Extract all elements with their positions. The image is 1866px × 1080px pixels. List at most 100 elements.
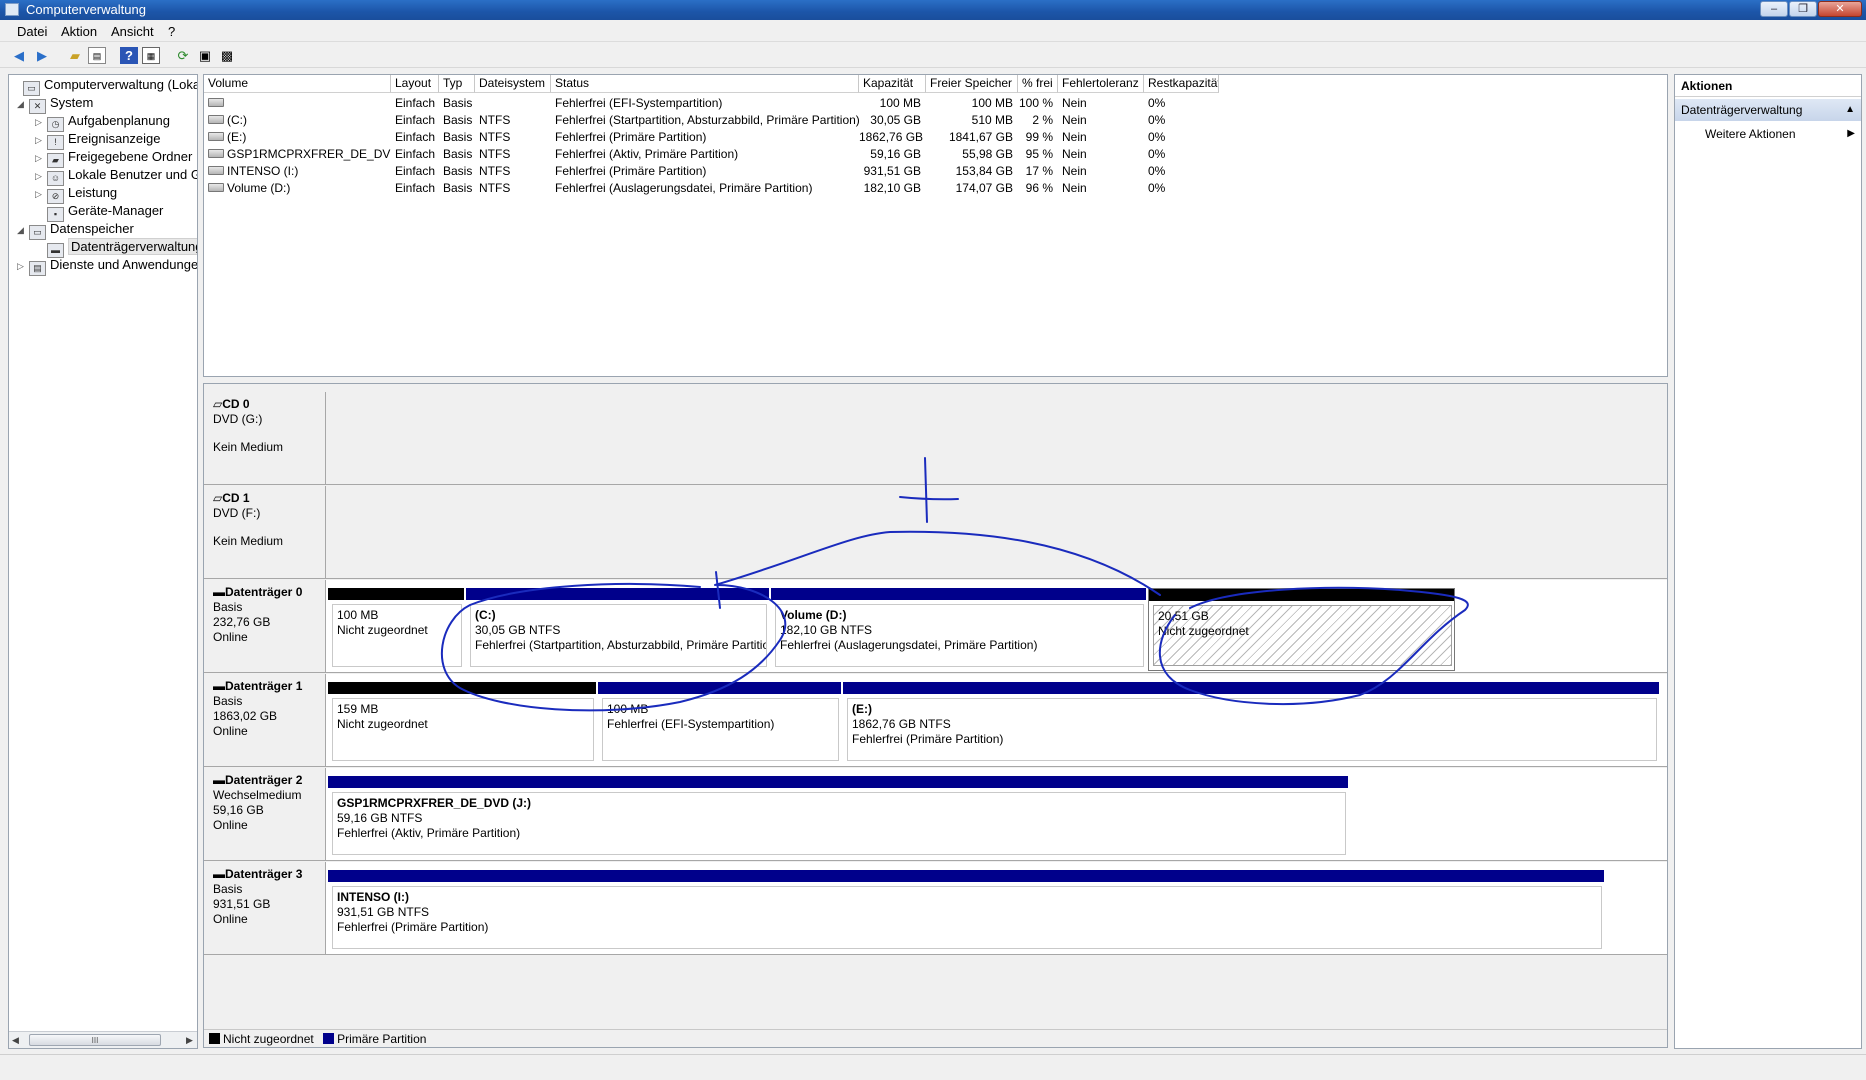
partition-d[interactable]: Volume (D:) 182,10 GB NTFS Fehlerfrei (Aus… [771, 588, 1146, 671]
tree-item-leistung[interactable]: ▷ ⊘ Leistung [35, 184, 117, 204]
action-weitere-aktionen[interactable]: Weitere Aktionen ▶ [1705, 125, 1855, 143]
table-cell: 174,07 GB [955, 181, 1013, 195]
table-row[interactable]: GSP1RMCPRXFRER_DE_DVD (J:) Einfach Basis NT… [204, 146, 1667, 163]
table-cell: Fehlerfrei (EFI-Systempartition) [555, 96, 723, 110]
table-row[interactable]: Volume (D:) Einfach Basis NTFS Fehlerfrei (A… [204, 180, 1667, 197]
partition-c[interactable]: (C:) 30,05 GB NTFS Fehlerfrei (Startpartit… [466, 588, 769, 671]
disk-label-cd0[interactable]: ▱CD 0 DVD (G:) Kein Medium [204, 392, 326, 485]
column-header[interactable]: Restkapazität [1144, 75, 1219, 93]
expand-arrow-icon[interactable]: ▷ [35, 131, 47, 149]
partition-unallocated-20gb[interactable]: 20,51 GB Nicht zugeordnet [1148, 588, 1455, 671]
partition-unallocated-100mb[interactable]: 100 MB Nicht zugeordnet [328, 588, 464, 671]
tree-horizontal-scrollbar[interactable]: ◀ III ▶ [9, 1031, 197, 1048]
menu-bar: Datei Aktion Ansicht ? [0, 20, 1866, 42]
column-header[interactable]: Layout [391, 75, 439, 93]
tree-item-datentraegerverwaltung[interactable]: ▬ Datenträgerverwaltung [35, 238, 197, 258]
partition-efi[interactable]: 100 MB Fehlerfrei (EFI-Systempartition) [598, 682, 841, 765]
partition-e[interactable]: (E:) 1862,76 GB NTFS Fehlerfrei (Primäre P… [843, 682, 1659, 765]
menu-aktion[interactable]: Aktion [61, 24, 97, 39]
table-cell: Nein [1062, 147, 1087, 161]
table-cell: 0% [1148, 181, 1166, 195]
table-cell: NTFS [479, 147, 511, 161]
column-header[interactable]: Freier Speicher [926, 75, 1018, 93]
collapse-arrow-icon[interactable]: ◢ [17, 221, 29, 239]
collapse-up-icon[interactable]: ▲ [1845, 99, 1855, 121]
close-button[interactable]: ✕ [1818, 1, 1862, 17]
table-cell: Basis [443, 164, 473, 178]
partition-i[interactable]: INTENSO (I:) 931,51 GB NTFS Fehlerfrei (Pr… [328, 870, 1604, 953]
partition-j[interactable]: GSP1RMCPRXFRER_DE_DVD (J:) 59,16 GB NTFS F… [328, 776, 1348, 859]
maximize-button[interactable]: ❐ [1789, 1, 1817, 17]
up-folder-icon[interactable]: ▰ [66, 47, 84, 64]
column-header[interactable]: Volume [204, 75, 391, 93]
tree-item-aufgabenplanung[interactable]: ▷ ◷ Aufgabenplanung [35, 112, 170, 132]
table-cell: GSP1RMCPRXFRER_DE_DVD (J:) [204, 146, 391, 163]
scroll-right-icon[interactable]: ▶ [186, 1035, 193, 1046]
help-icon[interactable]: ? [120, 47, 138, 64]
menu-ansicht[interactable]: Ansicht [111, 24, 154, 39]
disk-area-3: INTENSO (I:) 931,51 GB NTFS Fehlerfrei (Pr… [326, 862, 1667, 955]
legend: Nicht zugeordnet Primäre Partition [204, 1029, 1667, 1047]
refresh-icon[interactable]: ⟳ [174, 47, 192, 64]
tree-item-datenspeicher[interactable]: ◢ ▭ Datenspeicher [17, 220, 134, 240]
minimize-button[interactable]: – [1760, 1, 1788, 17]
partition-unallocated-159mb[interactable]: 159 MB Nicht zugeordnet [328, 682, 596, 765]
tree-item-dienste[interactable]: ▷ ▤ Dienste und Anwendungen [17, 256, 197, 276]
disk-area-0: 100 MB Nicht zugeordnet (C:) 30,05 GB NTFS… [326, 580, 1667, 673]
column-header[interactable]: Typ [439, 75, 475, 93]
scroll-thumb[interactable]: III [29, 1034, 161, 1046]
table-cell: Basis [443, 181, 473, 195]
show-tree-icon[interactable]: ▤ [88, 47, 106, 64]
column-header[interactable]: Status [551, 75, 859, 93]
disk-label-2[interactable]: ▬Datenträger 2 Wechselmedium 59,16 GB On… [204, 768, 326, 861]
tree-item-freigegebene-ordner[interactable]: ▷ ▰ Freigegebene Ordner [35, 148, 192, 168]
table-cell: 100 MB [971, 96, 1013, 110]
menu-help[interactable]: ? [168, 24, 175, 39]
table-cell: (C:) [204, 112, 391, 129]
collapse-arrow-icon[interactable]: ◢ [17, 95, 29, 113]
table-row[interactable]: INTENSO (I:) Einfach Basis NTFS Fehlerfrei (… [204, 163, 1667, 180]
column-header[interactable]: Dateisystem [475, 75, 551, 93]
disk-label-3[interactable]: ▬Datenträger 3 Basis 931,51 GB Online [204, 862, 326, 955]
tree-item-lokale-benutzer[interactable]: ▷ ☺ Lokale Benutzer und Gr [35, 166, 197, 186]
disk-label-cd1[interactable]: ▱CD 1 DVD (F:) Kein Medium [204, 486, 326, 579]
menu-datei[interactable]: Datei [17, 24, 47, 39]
legend-primary: Primäre Partition [323, 1032, 426, 1046]
expand-arrow-icon[interactable]: ▷ [35, 167, 47, 185]
disk-label-1[interactable]: ▬Datenträger 1 Basis 1863,02 GB Online [204, 674, 326, 767]
disk-label-0[interactable]: ▬Datenträger 0 Basis 232,76 GB Online [204, 580, 326, 673]
table-cell [475, 95, 551, 112]
table-cell: Nein [1062, 96, 1087, 110]
table-row[interactable]: Einfach Basis Fehlerfrei (EFI-Systempartit… [204, 95, 1667, 112]
table-cell: Einfach [395, 96, 436, 110]
back-icon[interactable]: ◀ [10, 47, 28, 64]
forward-icon[interactable]: ▶ [33, 47, 51, 64]
table-cell: Basis [443, 113, 473, 127]
tree-item-system[interactable]: ◢ ✕ System [17, 94, 93, 114]
tree-item-root[interactable]: ▭ Computerverwaltung (Lokal) [11, 76, 197, 96]
column-header[interactable]: Kapazität [859, 75, 926, 93]
scroll-left-icon[interactable]: ◀ [12, 1035, 19, 1046]
expand-arrow-icon[interactable]: ▷ [35, 113, 47, 131]
export-icon[interactable]: ▣ [196, 47, 214, 64]
table-cell: 931,51 GB [863, 164, 921, 178]
volume-name: INTENSO (I:) [227, 164, 299, 178]
settings-icon[interactable]: ▩ [218, 47, 236, 64]
disk-row-cd0: ▱CD 0 DVD (G:) Kein Medium [204, 392, 1667, 485]
status-bar [0, 1054, 1866, 1080]
column-header[interactable]: % frei [1018, 75, 1058, 93]
properties-icon[interactable]: ▦ [142, 47, 160, 64]
actions-section-datentraegerverwaltung[interactable]: Datenträgerverwaltung ▲ [1675, 99, 1861, 121]
expand-arrow-icon[interactable]: ▷ [35, 149, 47, 167]
table-row[interactable]: (C:) Einfach Basis NTFS Fehlerfrei (Startpar… [204, 112, 1667, 129]
expand-arrow-icon[interactable]: ▷ [17, 257, 29, 275]
column-header[interactable]: Fehlertoleranz [1058, 75, 1144, 93]
volume-name: (E:) [227, 130, 247, 144]
submenu-arrow-icon: ▶ [1847, 128, 1855, 139]
drive-icon [208, 166, 224, 175]
tree-item-ereignisanzeige[interactable]: ▷! Ereignisanzeige [35, 130, 161, 150]
tree-item-geraete-manager[interactable]: ▪ Geräte-Manager [35, 202, 163, 222]
table-row[interactable]: (E:) Einfach Basis NTFS Fehlerfrei (Primäre … [204, 129, 1667, 146]
expand-arrow-icon[interactable]: ▷ [35, 185, 47, 203]
table-cell: Nein [1062, 130, 1087, 144]
